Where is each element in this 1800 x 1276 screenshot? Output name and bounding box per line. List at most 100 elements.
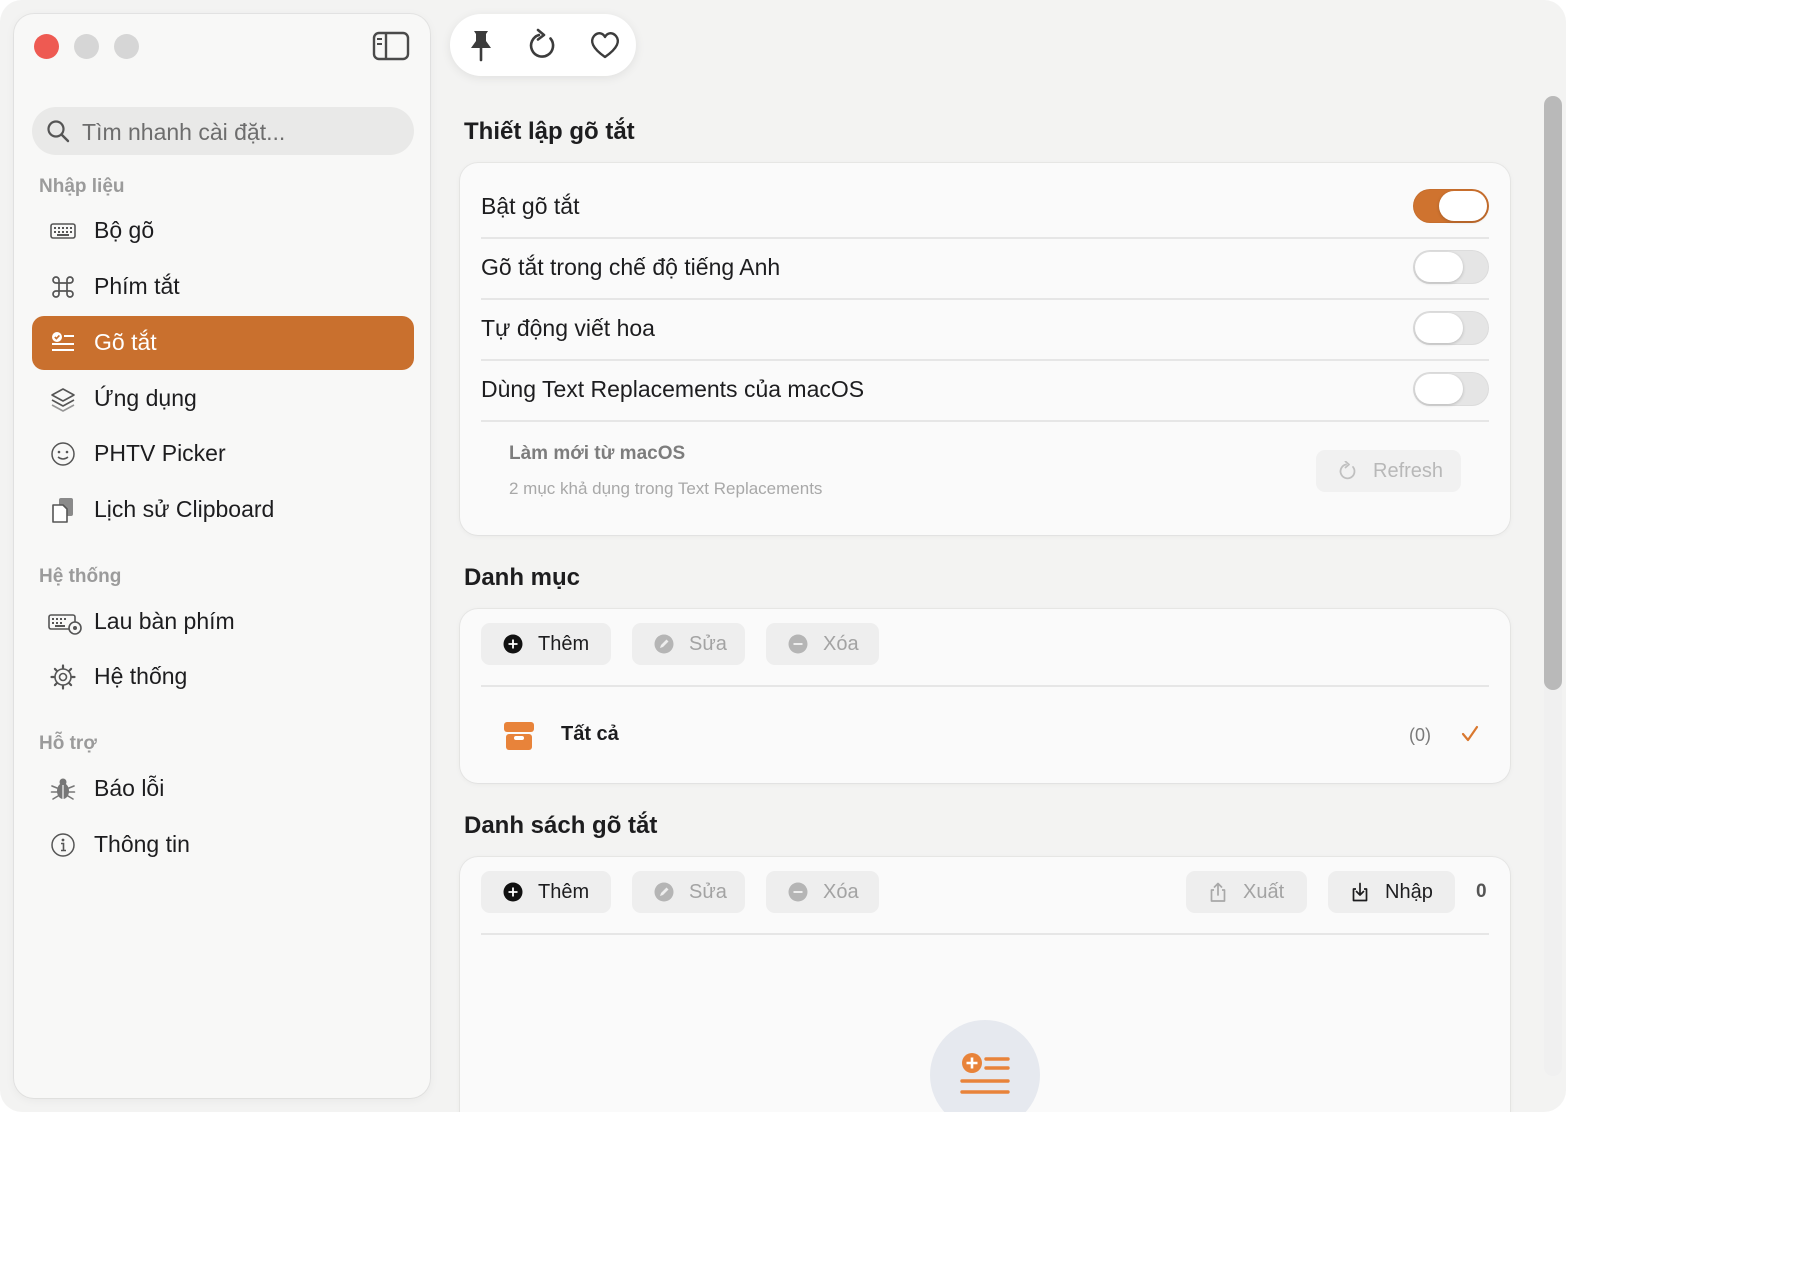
pin-icon[interactable] (464, 28, 498, 62)
button-label: Nhập (1385, 881, 1433, 903)
share-icon (1210, 882, 1226, 902)
sidebar-item-label: Hệ thống (94, 663, 188, 689)
enable-shortcut-toggle[interactable] (1413, 189, 1489, 223)
sidebar-item-phim-tat[interactable]: Phím tắt (32, 260, 414, 314)
refresh-icon (1339, 461, 1356, 480)
category-row-all[interactable]: Tất cả (0) (481, 705, 1489, 765)
minimize-window-button[interactable] (74, 34, 99, 59)
text-checklist-icon (52, 332, 74, 351)
clipboard-icon (52, 498, 73, 523)
refresh-button[interactable]: Refresh (1316, 450, 1461, 492)
button-label: Xóa (823, 633, 859, 655)
minus-circle-icon (788, 634, 808, 654)
plus-circle-icon (503, 882, 523, 902)
edit-category-button[interactable]: Sửa (632, 623, 745, 665)
sidebar-item-bo-go[interactable]: Bộ gõ (32, 204, 414, 258)
section-header-support: Hỗ trợ (39, 733, 97, 754)
shortcut-list-title: Danh sách gõ tắt (464, 812, 658, 839)
add-shortcut-button[interactable]: Thêm (481, 871, 611, 913)
categories-title: Danh mục (464, 564, 581, 591)
sidebar-item-label: Báo lỗi (94, 775, 165, 801)
zoom-window-button[interactable] (114, 34, 139, 59)
refresh-icon[interactable] (526, 28, 560, 62)
settings-title: Thiết lập gõ tắt (464, 118, 635, 145)
refresh-description: 2 mục khả dụng trong Text Replacements (509, 479, 823, 498)
toolbar (450, 14, 636, 76)
archive-box-icon (504, 722, 534, 750)
divider (481, 933, 1489, 935)
shortcut-count: 0 (1476, 881, 1487, 902)
plus-circle-icon (503, 634, 523, 654)
smiley-icon (51, 442, 75, 466)
button-label: Thêm (538, 633, 590, 655)
sidebar-item-lich-su-clipboard[interactable]: Lịch sử Clipboard (32, 483, 414, 537)
keyboard-clean-icon (48, 614, 82, 635)
categories-card: Thêm Sửa Xóa Tất cả (0) (460, 609, 1510, 783)
empty-state-badge (930, 1020, 1040, 1112)
category-label: Tất cả (561, 723, 619, 745)
pencil-circle-icon (654, 882, 674, 902)
add-category-button[interactable]: Thêm (481, 623, 611, 665)
button-label: Xóa (823, 881, 859, 903)
sidebar-item-label: Lịch sử Clipboard (94, 496, 275, 522)
setting-label: Tự động viết hoa (481, 315, 655, 341)
command-icon (52, 276, 74, 298)
checkmark-icon (1461, 725, 1479, 742)
close-window-button[interactable] (34, 34, 59, 59)
shortcut-list-card: Thêm Sửa Xóa Xuất Nhập 0 (460, 857, 1510, 1112)
sidebar-item-thong-tin[interactable]: Thông tin (32, 818, 414, 872)
sidebar-item-phtv-picker[interactable]: PHTV Picker (32, 427, 414, 481)
sidebar-toggle-icon[interactable] (372, 30, 410, 62)
setting-row-text-replacements: Dùng Text Replacements của macOS (481, 359, 1489, 422)
refresh-button-label: Refresh (1373, 460, 1444, 482)
search-input[interactable] (80, 107, 404, 157)
sidebar-item-lau-ban-phim[interactable]: Lau bàn phím (32, 595, 414, 649)
scrollbar-thumb[interactable] (1544, 96, 1562, 690)
setting-row-auto-capitalize: Tự động viết hoa (481, 298, 1489, 361)
export-button[interactable]: Xuất (1186, 871, 1307, 913)
sidebar-item-label: Ứng dụng (94, 385, 197, 411)
delete-category-button[interactable]: Xóa (766, 623, 879, 665)
auto-capitalize-toggle[interactable] (1413, 311, 1489, 345)
layers-icon (51, 388, 75, 412)
sidebar-item-ung-dung[interactable]: Ứng dụng (32, 372, 414, 426)
button-label: Sửa (689, 633, 727, 655)
button-label: Thêm (538, 881, 590, 903)
search-field[interactable] (32, 107, 414, 157)
search-icon (47, 120, 70, 143)
divider (481, 685, 1489, 687)
sidebar-item-label: Thông tin (94, 831, 190, 857)
sidebar-item-label: Lau bàn phím (94, 608, 235, 634)
setting-row-english-mode: Gõ tắt trong chế độ tiếng Anh (481, 237, 1489, 300)
refresh-title: Làm mới từ macOS (509, 443, 686, 464)
sidebar-item-bao-loi[interactable]: Báo lỗi (32, 762, 414, 816)
setting-label: Gõ tắt trong chế độ tiếng Anh (481, 254, 781, 280)
sidebar-item-label: PHTV Picker (94, 440, 226, 466)
sidebar-item-label: Gõ tắt (94, 329, 157, 355)
button-label: Sửa (689, 881, 727, 903)
import-button[interactable]: Nhập (1328, 871, 1455, 913)
edit-shortcut-button[interactable]: Sửa (632, 871, 745, 913)
bug-icon (50, 778, 76, 800)
sidebar-item-he-thong[interactable]: Hệ thống (32, 650, 414, 704)
sidebar-item-go-tat[interactable]: Gõ tắt (32, 316, 414, 370)
text-replacements-toggle[interactable] (1413, 372, 1489, 406)
section-header-input: Nhập liệu (39, 176, 125, 197)
gear-icon (50, 664, 76, 690)
import-icon (1352, 882, 1368, 902)
pencil-circle-icon (654, 634, 674, 654)
category-count: (0) (1409, 725, 1431, 745)
section-header-system: Hệ thống (39, 566, 122, 587)
heart-icon[interactable] (588, 28, 622, 62)
sidebar-item-label: Bộ gõ (94, 217, 155, 243)
english-mode-toggle[interactable] (1413, 250, 1489, 284)
sidebar-item-label: Phím tắt (94, 273, 180, 299)
setting-label: Dùng Text Replacements của macOS (481, 376, 865, 402)
button-label: Xuất (1243, 881, 1285, 903)
minus-circle-icon (788, 882, 808, 902)
keyboard-icon (50, 223, 76, 239)
setting-label: Bật gõ tắt (481, 193, 580, 219)
info-icon (51, 833, 75, 857)
delete-shortcut-button[interactable]: Xóa (766, 871, 879, 913)
add-list-icon (960, 1053, 1010, 1094)
